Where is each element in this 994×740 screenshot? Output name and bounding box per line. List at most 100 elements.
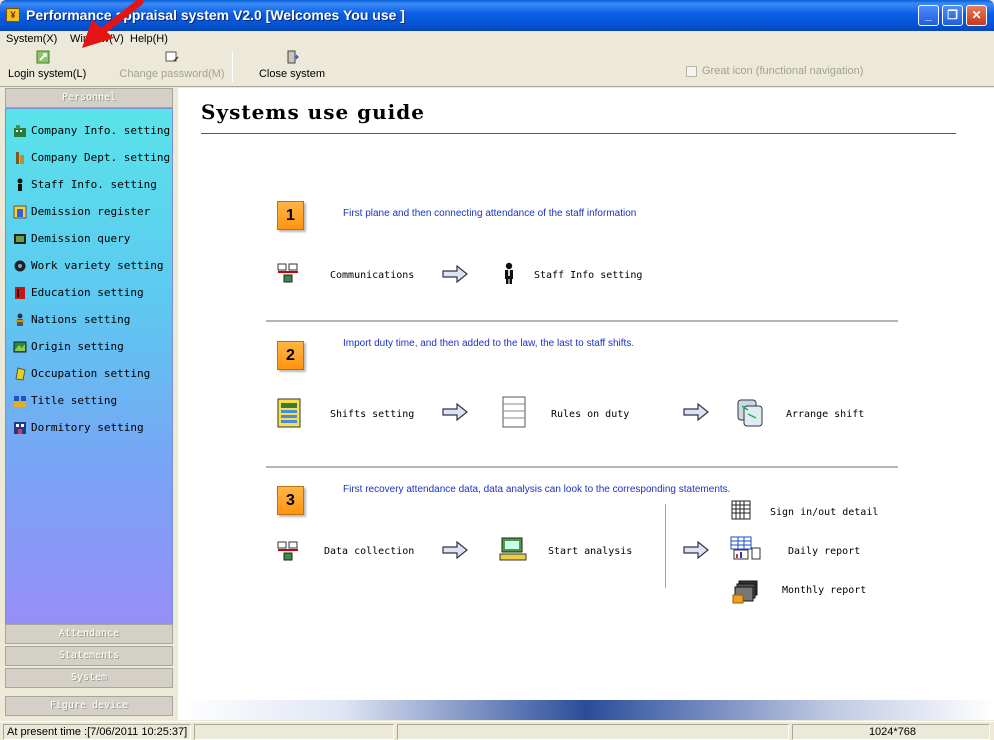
communications-icon[interactable]	[277, 262, 299, 284]
arrow-right-icon	[683, 402, 709, 422]
toolbar-separator	[232, 52, 233, 82]
close-system-button[interactable]: Close system	[254, 50, 330, 84]
sidebar-item-label: Demission query	[31, 232, 131, 245]
change-password-icon	[165, 51, 179, 62]
decorative-band	[178, 700, 994, 720]
login-system-button[interactable]: Login system(L)	[8, 50, 87, 84]
shifts-icon[interactable]	[277, 398, 303, 428]
sidebar-item-company-info[interactable]: Company Info. setting	[13, 122, 170, 140]
arrange-shift-icon[interactable]	[734, 398, 766, 428]
demission-query-icon	[14, 234, 26, 244]
sidebar-item-company-dept[interactable]: Company Dept. setting	[13, 149, 170, 167]
app-window: ¥ Performance appraisal system V2.0 [Wel…	[0, 0, 994, 740]
sidebar-item-label: Company Dept. setting	[31, 151, 171, 164]
step-3-description: First recovery attendance data, data ana…	[343, 484, 731, 495]
flow-arrange-shift-label[interactable]: Arrange shift	[786, 409, 864, 420]
sidebar-item-label: Staff Info. setting	[31, 178, 157, 191]
sidebar-item-staff-info[interactable]: Staff Info. setting	[13, 176, 157, 194]
sidebar-item-work-variety[interactable]: Work variety setting	[13, 257, 163, 275]
arrow-right-icon	[442, 402, 468, 422]
change-password-label: Change password(M)	[119, 68, 225, 80]
flow-data-collection-label[interactable]: Data collection	[324, 546, 414, 557]
sidebar-item-demission-query[interactable]: Demission query	[13, 230, 130, 248]
sidebar-personnel-panel: Company Info. setting Company Dept. sett…	[5, 108, 173, 638]
arrow-right-icon	[442, 540, 468, 560]
sign-detail-icon[interactable]	[731, 500, 751, 520]
status-panel-empty	[397, 724, 789, 740]
rules-icon[interactable]	[502, 396, 526, 428]
daily-report-icon[interactable]	[730, 536, 762, 560]
report-sign-detail-label[interactable]: Sign in/out detail	[770, 507, 878, 518]
section-divider	[266, 320, 898, 322]
work-variety-icon	[14, 260, 26, 272]
arrow-right-icon	[442, 264, 468, 284]
sidebar-item-label: Company Info. setting	[31, 124, 171, 137]
section-divider	[266, 466, 898, 468]
sidebar-item-education[interactable]: Education setting	[13, 284, 144, 302]
sidebar-item-label: Dormitory setting	[31, 421, 144, 434]
sidebar-item-occupation[interactable]: Occupation setting	[13, 365, 150, 383]
sidebar-item-label: Demission register	[31, 205, 151, 218]
status-bar: At present time :[7/06/2011 10:25:37] 10…	[0, 721, 994, 740]
sidebar-item-dormitory[interactable]: Dormitory setting	[13, 419, 144, 437]
restore-button[interactable]: ❐	[942, 5, 963, 26]
page-title: Systems use guide	[201, 100, 425, 124]
great-icon-checkbox[interactable]	[686, 66, 697, 77]
origin-icon	[13, 341, 27, 353]
data-collection-icon[interactable]	[277, 540, 299, 562]
guide-panel: Systems use guide 1 First plane and then…	[178, 88, 994, 720]
staff-info-icon[interactable]	[498, 262, 520, 284]
company-icon	[14, 125, 26, 137]
login-icon	[36, 50, 50, 64]
close-button[interactable]: ✕	[966, 5, 987, 26]
sidebar-item-demission-register[interactable]: Demission register	[13, 203, 150, 221]
step-1-badge: 1	[277, 201, 304, 230]
sidebar-item-label: Title setting	[31, 394, 118, 407]
sidebar-item-label: Occupation setting	[31, 367, 151, 380]
step-2-badge: 2	[277, 341, 304, 370]
flow-communications-label[interactable]: Communications	[330, 270, 414, 281]
education-icon	[15, 287, 25, 299]
title-icon	[14, 396, 26, 407]
report-daily-label[interactable]: Daily report	[788, 546, 860, 557]
flow-staff-info-label[interactable]: Staff Info setting	[534, 270, 642, 281]
sidebar-section-statements[interactable]: Statements	[5, 646, 173, 666]
step-2-description: Import duty time, and then added to the …	[343, 338, 635, 349]
nations-icon	[16, 313, 24, 326]
dormitory-icon	[14, 422, 26, 434]
monthly-report-icon[interactable]	[731, 579, 761, 605]
title-underline	[201, 133, 956, 134]
flow-rules-on-duty-label[interactable]: Rules on duty	[551, 409, 629, 420]
demission-register-icon	[13, 205, 27, 219]
flow-shifts-setting-label[interactable]: Shifts setting	[330, 409, 414, 420]
sidebar-section-personnel[interactable]: Personnel	[5, 88, 173, 108]
door-exit-icon	[287, 50, 299, 64]
menu-system[interactable]: System(X)	[6, 33, 57, 45]
sidebar-item-label: Education setting	[31, 286, 144, 299]
minimize-icon: _	[925, 8, 932, 22]
analysis-icon[interactable]	[499, 536, 529, 564]
staff-icon	[17, 178, 23, 191]
sidebar-section-figure-device[interactable]: Figure device	[5, 696, 173, 716]
department-icon	[16, 152, 24, 164]
sidebar-item-origin[interactable]: Origin setting	[13, 338, 124, 356]
sidebar-item-title[interactable]: Title setting	[13, 392, 117, 410]
app-icon: ¥	[6, 8, 20, 22]
annotation-arrow-icon	[82, 0, 144, 48]
restore-icon: ❐	[947, 8, 958, 22]
login-system-label: Login system(L)	[8, 68, 87, 80]
status-time: At present time :[7/06/2011 10:25:37]	[3, 724, 191, 740]
sidebar-item-nations[interactable]: Nations setting	[13, 311, 130, 329]
close-icon: ✕	[971, 8, 982, 22]
status-panel-empty	[194, 724, 394, 740]
minimize-button[interactable]: _	[918, 5, 939, 26]
report-monthly-label[interactable]: Monthly report	[782, 585, 866, 596]
close-system-label: Close system	[258, 68, 326, 80]
occupation-icon	[15, 367, 26, 381]
great-icon-label: Great icon (functional navigation)	[702, 65, 864, 77]
flow-start-analysis-label[interactable]: Start analysis	[548, 546, 632, 557]
sidebar-section-system[interactable]: System	[5, 668, 173, 688]
step-3-badge: 3	[277, 486, 304, 515]
sidebar-item-label: Nations setting	[31, 313, 131, 326]
sidebar-section-attendance[interactable]: Attendance	[5, 624, 173, 644]
